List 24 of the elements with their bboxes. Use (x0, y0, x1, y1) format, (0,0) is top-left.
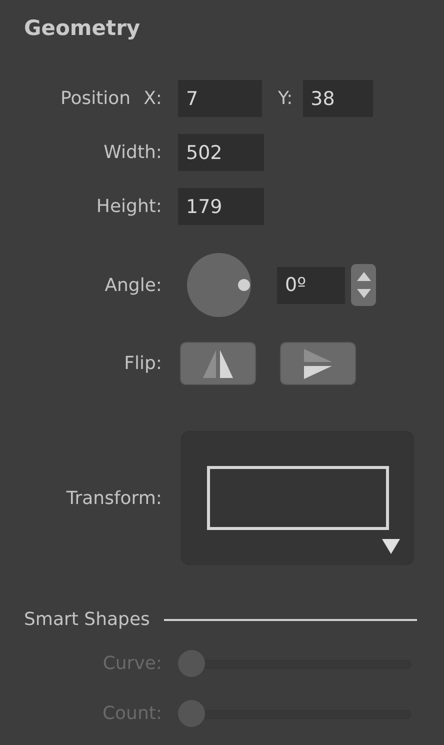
angle-stepper[interactable] (351, 264, 376, 306)
angle-field[interactable]: 0º (277, 266, 345, 304)
field-label: Width: (104, 142, 162, 163)
section-title: Geometry (24, 16, 142, 42)
section-heading: Smart Shapes (24, 609, 150, 630)
position-label: Position (60, 88, 131, 109)
flip-horizontal-button[interactable] (180, 342, 256, 385)
size-field[interactable]: 502 (178, 134, 264, 171)
dropdown-triangle-icon (382, 539, 400, 554)
slider[interactable] (178, 650, 411, 677)
rectangle-icon (206, 466, 388, 530)
flip-vertical-button[interactable] (280, 342, 356, 385)
size-field[interactable]: 179 (178, 188, 264, 225)
transform-selector[interactable] (181, 431, 414, 565)
x-field[interactable]: 7 (178, 80, 262, 117)
field-label: Height: (96, 196, 162, 217)
y-label: Y: (278, 88, 293, 109)
transform-label: Transform: (66, 488, 162, 508)
y-field[interactable]: 38 (302, 80, 373, 117)
angle-dial[interactable] (187, 253, 251, 317)
x-label: X: (144, 88, 162, 109)
flip-label: Flip: (124, 353, 162, 374)
slider[interactable] (178, 700, 411, 727)
angle-label: Angle: (104, 274, 162, 296)
